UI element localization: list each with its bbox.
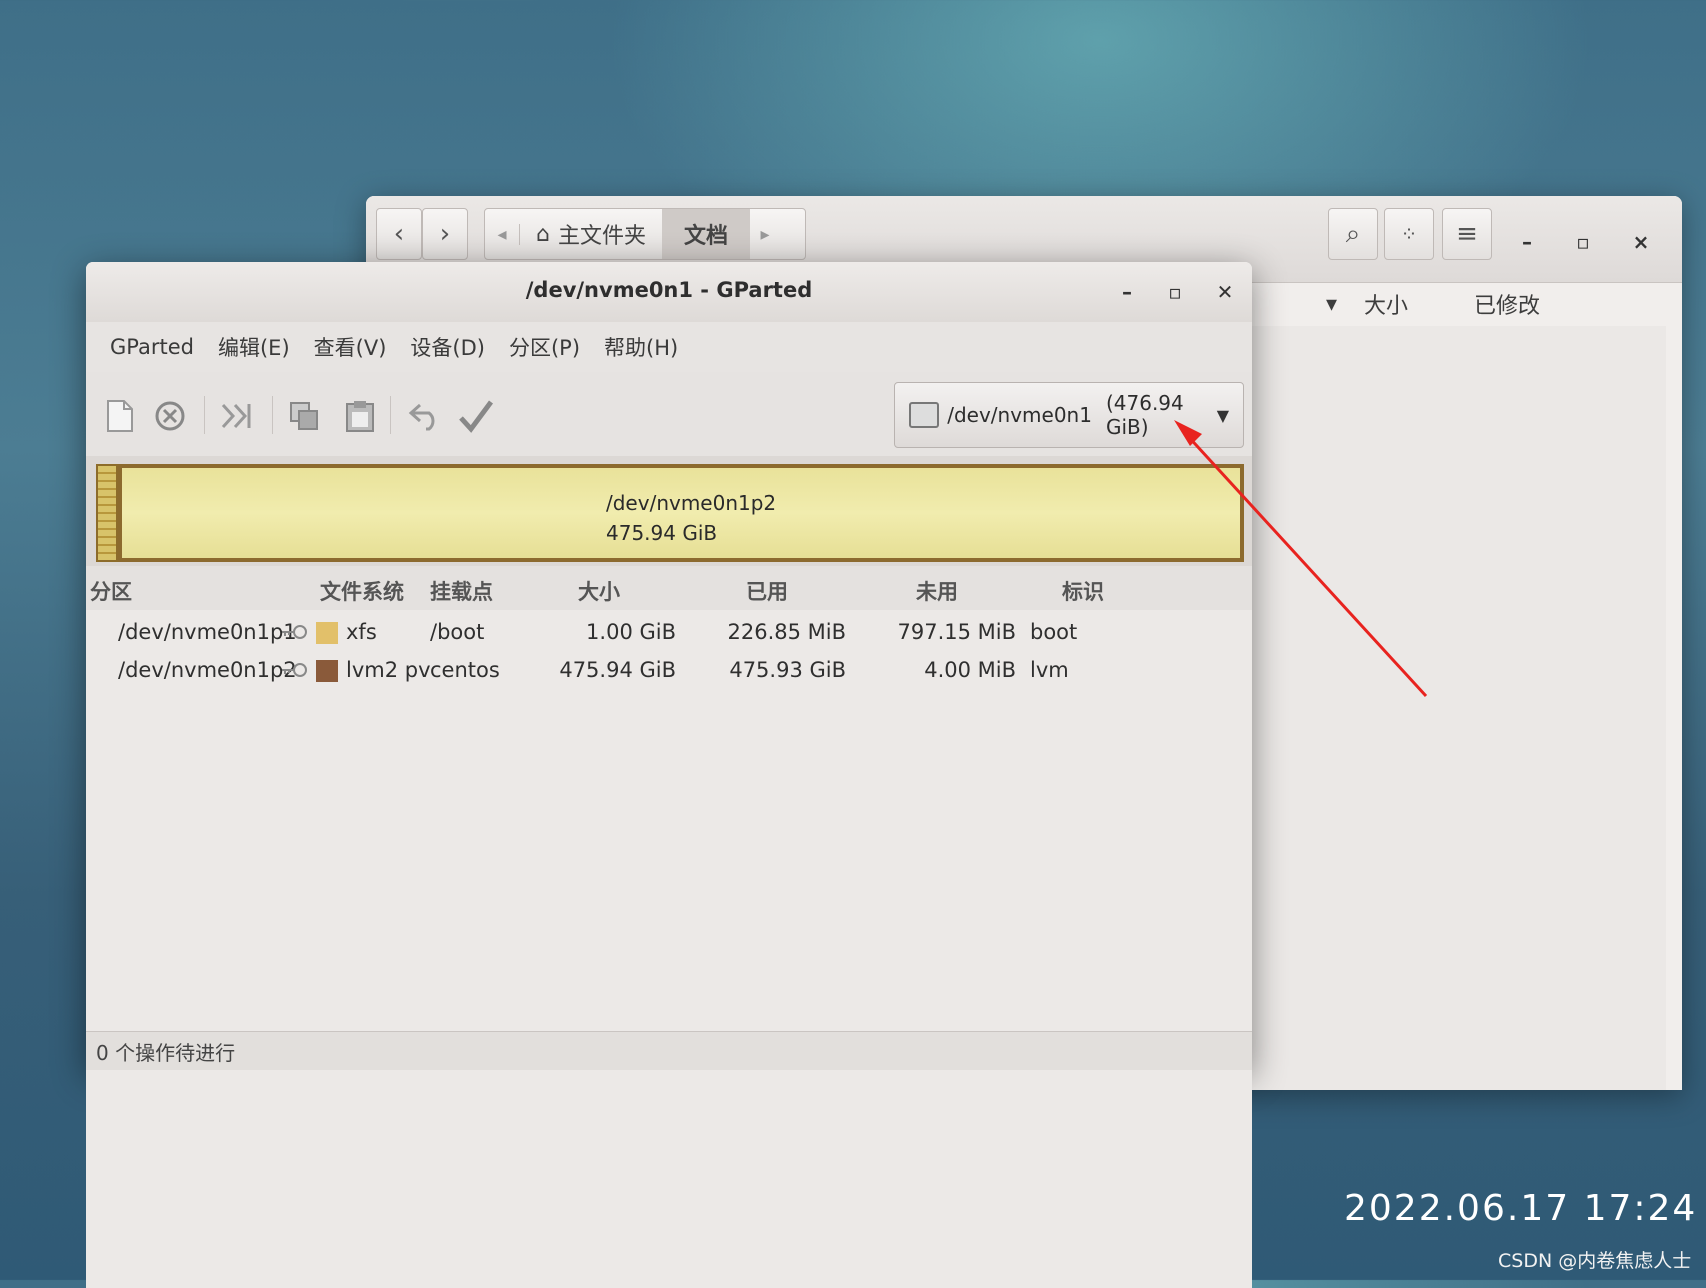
watermark: CSDN @内卷焦虑人士 [1498, 1250, 1692, 1272]
annotation-arrow [1174, 420, 1428, 698]
photo-timestamp: 2022.06.17 17:24 [1344, 1188, 1698, 1229]
